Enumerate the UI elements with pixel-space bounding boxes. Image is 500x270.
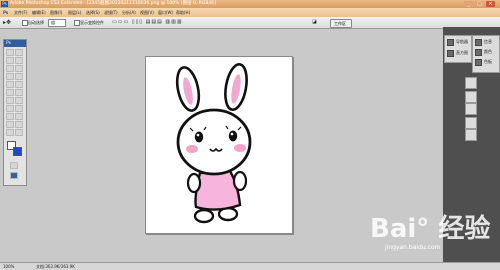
menu-help[interactable]: 帮助(H) [176, 8, 190, 17]
workspace-button[interactable]: 工作区 [330, 19, 352, 28]
toolbox-header: Ps [4, 40, 26, 47]
panel-label-color[interactable]: 颜色 [484, 49, 492, 55]
history-brush-tool-icon[interactable] [15, 81, 23, 88]
eraser-tool-icon[interactable] [6, 89, 14, 96]
magic-wand-tool-icon[interactable] [15, 57, 23, 64]
align-icons[interactable]: ▭▭▭ ▯▯▯ ▤▤▤ ▥▥▥ [112, 17, 183, 28]
zoom-tool-icon[interactable] [15, 129, 23, 136]
menu-image[interactable]: 图像(I) [50, 8, 62, 17]
crop-tool-icon[interactable] [6, 65, 14, 72]
auto-select-value: 组 [51, 20, 55, 25]
toolbox: Ps [3, 39, 27, 186]
screen-mode-icon[interactable] [10, 172, 18, 179]
panel-label-navigator[interactable]: 导航器 [456, 39, 468, 45]
panel-label-swatches[interactable]: 色板 [484, 59, 492, 65]
maximize-button[interactable]: □ [475, 1, 484, 7]
auto-select-dropdown[interactable]: 组 [48, 19, 66, 27]
panel-label-histogram[interactable]: 直方图 [456, 50, 468, 56]
menu-layer[interactable]: 图层(L) [68, 8, 81, 17]
baidu-watermark-logo: Bai° 经验 [370, 214, 491, 244]
menu-view[interactable]: 视图(V) [140, 8, 154, 17]
info-icon[interactable] [475, 39, 482, 46]
eyedropper-tool-icon[interactable] [15, 121, 23, 128]
bunny-illustration [175, 62, 252, 224]
panel-group-color: 信息 颜色 色板 [472, 35, 500, 73]
swatches-icon[interactable] [475, 59, 482, 66]
marquee-tool-icon[interactable] [15, 49, 23, 56]
gradient-tool-icon[interactable] [15, 89, 23, 96]
menu-filter[interactable]: 滤镜(T) [104, 8, 118, 17]
layers-icon-button[interactable] [465, 117, 477, 129]
shape-tool-icon[interactable] [15, 113, 23, 120]
history-icon-button[interactable] [465, 91, 477, 103]
clone-stamp-tool-icon[interactable] [6, 81, 14, 88]
show-transform-label: 显示变换控件 [80, 20, 104, 25]
quick-mask-icon[interactable] [10, 162, 18, 169]
photoshop-logo-icon: Ps [1, 1, 8, 7]
blur-tool-icon[interactable] [6, 97, 14, 104]
close-button[interactable]: × [486, 1, 495, 7]
options-bar: ▸✥ 自动选择 组 显示变换控件 ▭▭▭ ▯▯▯ ▤▤▤ ▥▥▥ 工作区 ◪ [0, 17, 500, 29]
healing-brush-tool-icon[interactable] [6, 73, 14, 80]
histogram-icon[interactable] [447, 50, 454, 57]
panel-group-navigator: 导航器 直方图 [444, 35, 472, 63]
workspace-label: 工作区 [334, 21, 346, 26]
window-title: Adobe Photoshop CS3 Extended - [2345截图20… [10, 1, 217, 6]
path-selection-tool-icon[interactable] [6, 113, 14, 120]
background-color-swatch[interactable] [13, 147, 22, 156]
menu-file[interactable]: 文件(F) [14, 8, 27, 17]
styles-icon-button[interactable] [465, 77, 477, 89]
ps-menu-icon[interactable]: Ps [3, 8, 8, 17]
dodge-tool-icon[interactable] [15, 97, 23, 104]
move-tool-icon[interactable]: ▸✥ [3, 17, 11, 28]
notes-tool-icon[interactable] [6, 121, 14, 128]
type-tool-icon[interactable] [15, 105, 23, 112]
pen-tool-icon[interactable] [6, 105, 14, 112]
auto-select-label: 自动选择 [28, 20, 44, 25]
menu-analysis[interactable]: 分析(A) [122, 8, 136, 17]
move-tool-icon[interactable] [6, 49, 14, 56]
lasso-tool-icon[interactable] [6, 57, 14, 64]
minimize-button[interactable]: _ [464, 1, 473, 7]
hand-tool-icon[interactable] [6, 129, 14, 136]
channels-icon-button[interactable] [465, 129, 477, 141]
color-icon[interactable] [475, 49, 482, 56]
actions-icon-button[interactable] [465, 103, 477, 115]
panel-label-info[interactable]: 信息 [484, 39, 492, 45]
menu-select[interactable]: 选择(S) [86, 8, 100, 17]
watermark-url: jingyan.baidu.com [385, 244, 441, 251]
navigator-icon[interactable] [447, 39, 454, 46]
bridge-icon[interactable]: ◪ [312, 17, 317, 28]
title-bar: Ps Adobe Photoshop CS3 Extended - [2345截… [0, 0, 500, 8]
menu-window[interactable]: 窗口(W) [158, 8, 173, 17]
brush-tool-icon[interactable] [15, 73, 23, 80]
menu-edit[interactable]: 编辑(E) [32, 8, 46, 17]
document-canvas[interactable] [145, 56, 293, 234]
slice-tool-icon[interactable] [15, 65, 23, 72]
